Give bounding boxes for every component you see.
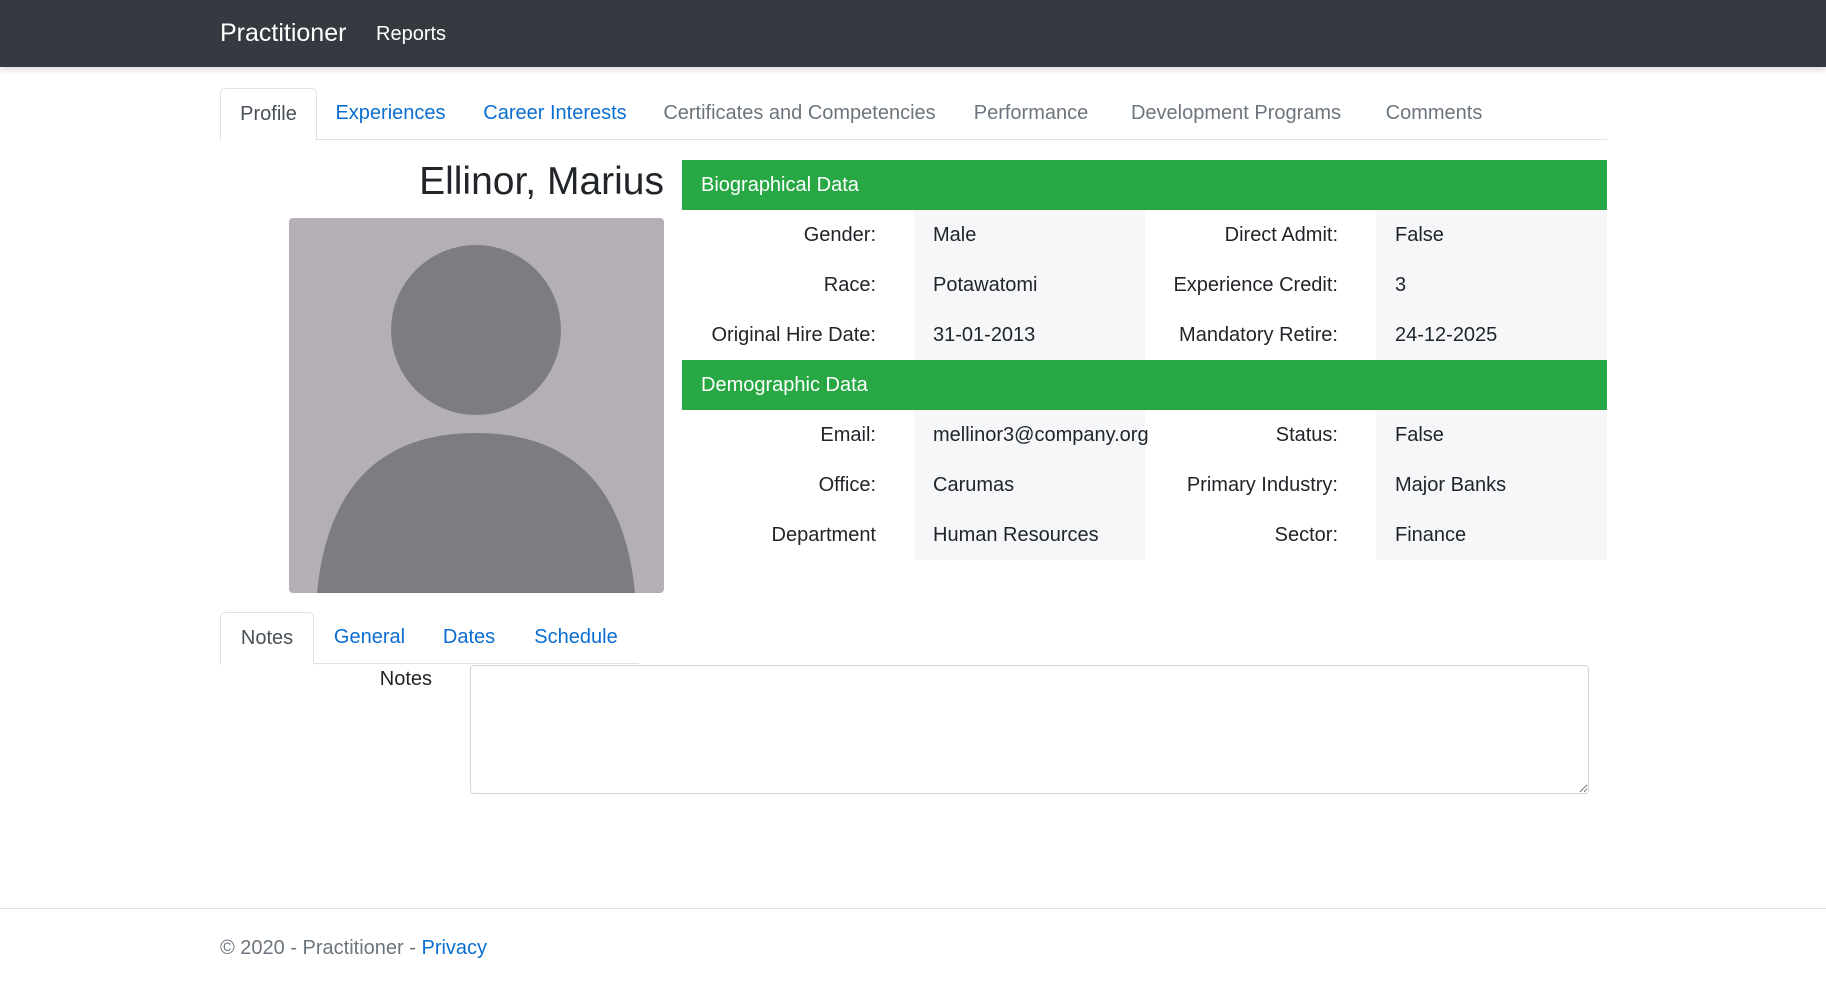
biographical-data-header: Biographical Data: [682, 160, 1607, 210]
email-label: Email:: [820, 424, 876, 446]
primary-industry-value: Major Banks: [1395, 474, 1507, 496]
race-label: Race:: [823, 274, 876, 296]
tab-label: Notes: [240, 627, 294, 649]
department-label: Department: [771, 524, 877, 546]
direct-admit-label: Direct Admit:: [1224, 224, 1338, 246]
mandatory-retire-value: 24-12-2025: [1395, 324, 1498, 346]
footer: © 2020 - Practitioner - Privacy: [0, 908, 1826, 984]
experience-credit-value: 3: [1395, 274, 1407, 296]
copyright-text: © 2020 - Practitioner -: [220, 937, 422, 959]
tab-label: Dates: [442, 626, 496, 648]
person-name: Ellinor, Marius: [419, 160, 664, 203]
bio-row: Gender: Male Direct Admit: False: [682, 210, 1607, 260]
user-silhouette-icon: [317, 245, 635, 593]
primary-industry-label: Primary Industry:: [1186, 474, 1338, 496]
notes-label: Notes: [379, 668, 432, 690]
bio-row: Original Hire Date: 31-01-2013 Mandatory…: [682, 310, 1607, 360]
tab-label: Development Programs: [1130, 102, 1342, 124]
tab-comments[interactable]: Comments: [1363, 88, 1505, 140]
sector-value: Finance: [1395, 524, 1467, 546]
tab-development-programs[interactable]: Development Programs: [1109, 88, 1363, 140]
biographical-data-grid: Gender: Male Direct Admit: False Race: P…: [682, 210, 1607, 360]
tab-label: Certificates and Competencies: [663, 102, 936, 124]
direct-admit-value: False: [1395, 224, 1444, 246]
tab-label: Performance: [973, 102, 1089, 124]
office-value: Carumas: [933, 474, 1015, 496]
notes-tabs: Notes General Dates Schedule: [220, 612, 639, 665]
office-label: Office:: [818, 474, 876, 496]
demographic-data-header: Demographic Data: [682, 360, 1607, 410]
privacy-link[interactable]: Privacy: [421, 937, 487, 959]
tab-dates[interactable]: Dates: [425, 612, 513, 664]
tab-profile[interactable]: Profile: [220, 88, 317, 141]
profile-avatar: [289, 218, 664, 593]
top-navbar: Practitioner Reports: [0, 0, 1826, 67]
tab-experiences[interactable]: Experiences: [317, 88, 464, 140]
gender-value: Male: [933, 224, 977, 246]
brand-link[interactable]: Practitioner: [220, 19, 346, 48]
demo-row: Office: Carumas Primary Industry: Major …: [682, 460, 1607, 510]
mandatory-retire-label: Mandatory Retire:: [1179, 324, 1338, 346]
gender-label: Gender:: [803, 224, 876, 246]
footer-text: © 2020 - Practitioner - Privacy: [220, 937, 487, 960]
original-hire-date-label: Original Hire Date:: [711, 324, 876, 346]
bio-row: Race: Potawatomi Experience Credit: 3: [682, 260, 1607, 310]
tab-label: Schedule: [534, 626, 618, 648]
tab-notes[interactable]: Notes: [220, 612, 314, 665]
tab-label: Career Interests: [483, 102, 627, 124]
nav-link-reports[interactable]: Reports: [376, 23, 446, 46]
demo-row: Department Human Resources Sector: Finan…: [682, 510, 1607, 560]
tab-general[interactable]: General: [314, 612, 425, 664]
demo-row: Email: mellinor3@company.org Status: Fal…: [682, 410, 1607, 460]
sector-label: Sector:: [1274, 524, 1338, 546]
demographic-data-grid: Email: mellinor3@company.org Status: Fal…: [682, 410, 1607, 560]
department-value: Human Resources: [933, 524, 1099, 546]
tab-schedule[interactable]: Schedule: [513, 612, 639, 664]
tab-label: Profile: [240, 103, 297, 125]
profile-tabs: Profile Experiences Career Interests Cer…: [220, 88, 1607, 141]
race-value: Potawatomi: [933, 274, 1038, 296]
tab-certificates-and-competencies[interactable]: Certificates and Competencies: [646, 88, 953, 140]
tab-label: Experiences: [335, 102, 446, 124]
tab-label: General: [333, 626, 406, 648]
status-value: False: [1395, 424, 1444, 446]
tab-performance[interactable]: Performance: [953, 88, 1109, 140]
experience-credit-label: Experience Credit:: [1173, 274, 1338, 296]
tab-career-interests[interactable]: Career Interests: [464, 88, 646, 140]
tab-label: Comments: [1385, 102, 1483, 124]
original-hire-date-value: 31-01-2013: [933, 324, 1036, 346]
email-value: mellinor3@company.org: [933, 424, 1149, 446]
status-label: Status:: [1275, 424, 1338, 446]
notes-textarea[interactable]: [470, 665, 1589, 794]
